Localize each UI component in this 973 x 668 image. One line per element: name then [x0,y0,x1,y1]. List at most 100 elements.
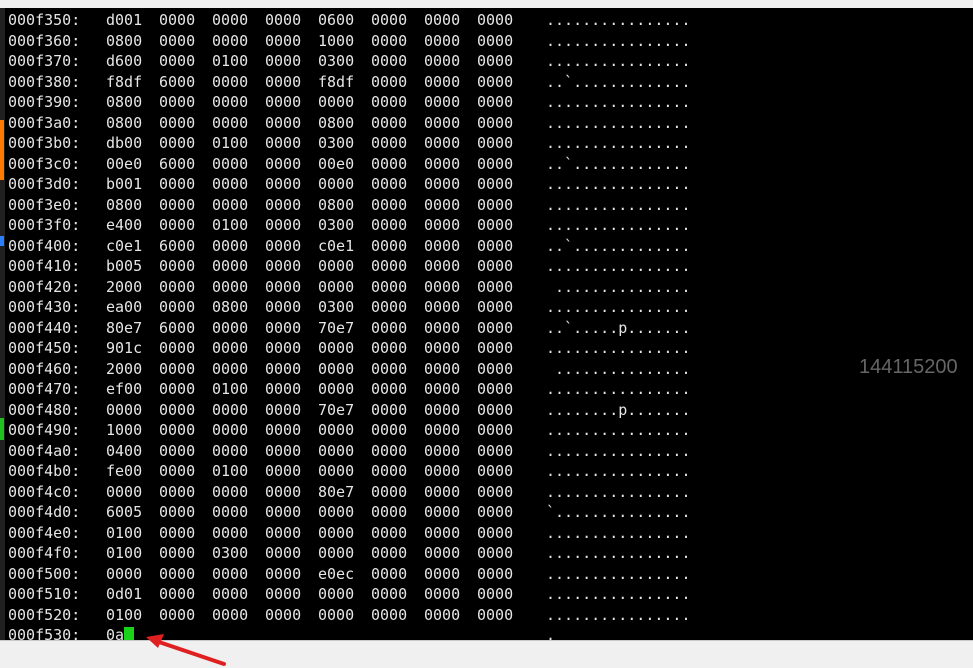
hex-word: 0000 [159,93,196,111]
hex-word: 0000 [265,503,302,521]
hex-word: 0000 [212,318,249,337]
hex-word: f8df [106,72,143,91]
hex-word: 0000 [318,339,355,357]
hex-word: 0000 [159,216,196,234]
side-value-text: 144115200 [859,356,958,378]
hex-word: 0800 [106,93,143,111]
hex-word: 0000 [159,585,196,603]
row-address: 000f4a0: [8,441,81,460]
hex-word: 0000 [371,11,408,29]
hex-word: 0000 [371,72,408,91]
hex-word: 0100 [212,216,249,234]
row-address: 000f500: [8,564,81,583]
hex-word: 0000 [477,421,514,439]
hex-word: 0000 [477,564,514,583]
hex-word: 0000 [477,113,514,132]
row-ascii: ................ [546,257,691,275]
row-address: 000f3f0: [8,216,81,234]
hexdump-row: 000f3e0: 0800 0000 0000 0000 0800 0000 0000 0000… [8,195,691,216]
row-address: 000f430: [8,298,81,316]
hex-word: 0000 [212,175,249,193]
text-cursor[interactable] [124,627,135,640]
row-ascii: ................ [546,421,691,439]
hex-word: 0000 [371,462,408,480]
hex-word: 6000 [159,318,196,337]
hex-word: 0000 [318,441,355,460]
hex-word: d001 [106,11,143,29]
hexdump-row: 000f400: c0e1 6000 0000 0000 c0e1 0000 0000 0000… [8,236,691,257]
hexdump-view[interactable]: 000f350: d001 0000 0000 0000 0600 0000 0000 0000… [8,10,691,640]
hex-word: 0000 [371,605,408,624]
hexdump-row: 000f470: ef00 0000 0100 0000 0000 0000 0000 0000… [8,379,691,400]
hex-word: c0e1 [318,236,355,255]
hexdump-row: 000f510: 0d01 0000 0000 0000 0000 0000 0000 0000… [8,584,691,605]
hex-word: 0000 [212,564,249,583]
row-hex-bytes: 2000 0000 0000 0000 0000 0000 0000 0000 [106,277,546,298]
hex-word: 0000 [477,175,514,193]
hex-word: 0000 [318,359,355,378]
hexdump-row: 000f3a0: 0800 0000 0000 0000 0800 0000 0000 0000… [8,113,691,134]
hex-word: 0000 [371,564,408,583]
hex-word: 0d01 [106,585,143,603]
hex-word: 0000 [265,298,302,316]
row-ascii: ................ [546,113,691,132]
hex-word: 0000 [265,134,302,152]
row-ascii: ............... [546,359,691,378]
hex-word: 0000 [424,257,461,275]
row-address: 000f450: [8,339,81,357]
hex-word: 0000 [477,216,514,234]
hex-word: 0000 [159,298,196,316]
hexdump-row: 000f3f0: e400 0000 0100 0000 0300 0000 0000 0000… [8,215,691,236]
hex-word: 0000 [424,564,461,583]
hex-word: 0000 [212,72,249,91]
hex-word: c0e1 [106,236,143,255]
hex-word: 0000 [477,441,514,460]
hex-word: 2000 [106,277,143,296]
hex-word: 0800 [318,113,355,132]
hex-word: 0000 [212,585,249,603]
hex-word: 0000 [371,52,408,70]
hex-word: 0000 [424,72,461,91]
hex-word: 0000 [212,503,249,521]
hex-word: 0000 [477,11,514,29]
hex-word: 0000 [265,216,302,234]
hexdump-row: 000f4f0: 0100 0000 0300 0000 0000 0000 0000 0000… [8,543,691,564]
hex-word: 0000 [159,175,196,193]
hex-word: 0000 [477,318,514,337]
hex-word: 0000 [477,400,514,419]
row-ascii: ................ [546,605,691,624]
hex-word: 0000 [477,523,514,542]
row-hex-bytes: f8df 6000 0000 0000 f8df 0000 0000 0000 [106,72,546,93]
hexdump-row: 000f450: 901c 0000 0000 0000 0000 0000 0000 0000… [8,338,691,359]
hex-word: 6000 [159,236,196,255]
hex-word: 0000 [424,503,461,521]
hex-word: 0000 [318,523,355,542]
hex-word: 0000 [424,462,461,480]
row-ascii: ................ [546,52,691,70]
hexdump-row: 000f440: 80e7 6000 0000 0000 70e7 0000 0000 0000… [8,318,691,339]
hex-word: 0000 [265,236,302,255]
hex-word: 0000 [318,462,355,480]
hex-word: 0000 [265,585,302,603]
hex-word: 0000 [159,195,196,214]
row-ascii: ..`.....p....... [546,318,691,337]
hex-word: 0000 [477,134,514,152]
row-address: 000f420: [8,277,81,296]
row-address: 000f3e0: [8,195,81,214]
hex-word: 1000 [106,421,143,439]
hex-word: 0000 [424,339,461,357]
hex-word: db00 [106,134,143,152]
hex-word: 0000 [424,216,461,234]
terminal-window[interactable]: 000f350: d001 0000 0000 0000 0600 0000 0000 0000… [5,8,973,640]
hex-word: 0000 [265,482,302,501]
hexdump-row: 000f350: d001 0000 0000 0000 0600 0000 0000 0000… [8,10,691,31]
row-address: 000f390: [8,93,81,111]
hex-word: 0000 [318,585,355,603]
hex-word: 0000 [318,605,355,624]
hex-word: 2000 [106,359,143,378]
hexdump-row: 000f370: d600 0000 0100 0000 0300 0000 0000 0000… [8,51,691,72]
hex-word: 0000 [318,503,355,521]
hex-word: 0000 [371,216,408,234]
hex-word: 0000 [371,298,408,316]
hexdump-row-current[interactable]: 000f530: 0a. [8,625,691,640]
